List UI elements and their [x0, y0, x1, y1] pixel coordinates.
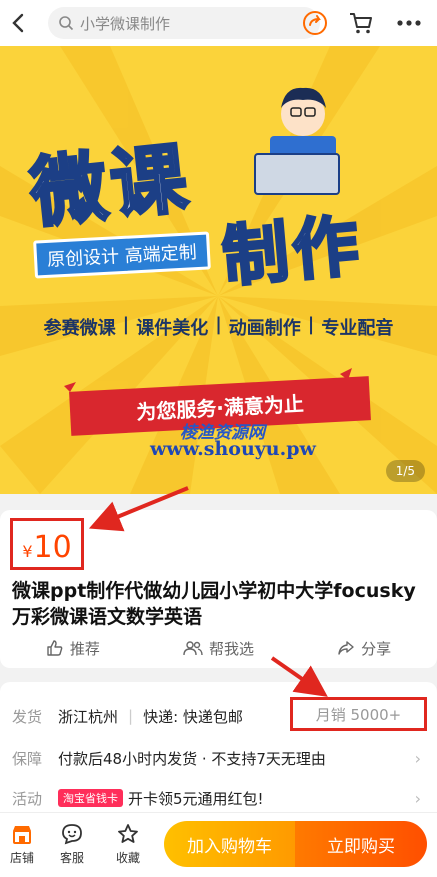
- search-query: 小学微课制作: [80, 14, 171, 33]
- favorite-label: 收藏: [115, 851, 140, 865]
- store-button[interactable]: 店铺: [0, 823, 44, 866]
- share-circle-icon: [303, 11, 327, 35]
- guarantee-label: 保障: [12, 749, 43, 768]
- cart-icon: [350, 13, 372, 34]
- help-choose-button[interactable]: 帮我选: [146, 638, 292, 659]
- guarantee-row[interactable]: 保障 付款后48小时内发货 · 不支持7天无理由 ›: [0, 738, 437, 778]
- service-item: 动画制作: [228, 318, 301, 339]
- share-button[interactable]: [298, 6, 332, 40]
- favorite-button[interactable]: 收藏: [106, 823, 150, 866]
- shipping-express: 快递: 快递包邮: [143, 707, 243, 726]
- share-label: 分享: [361, 639, 392, 658]
- product-title: 微课ppt制作代做幼儿园小学初中大学focusky万彩微课语文数学英语: [12, 580, 416, 628]
- shipping-label: 发货: [12, 707, 43, 726]
- store-icon: [13, 826, 31, 844]
- monthly-sales-box: 月销 5000+: [290, 697, 427, 731]
- price-box: ¥ 10: [10, 518, 84, 570]
- carousel-pager: 1/5: [385, 460, 425, 482]
- help-choose-label: 帮我选: [209, 639, 255, 658]
- share-product-button[interactable]: 分享: [291, 638, 437, 659]
- people-icon: [183, 641, 203, 656]
- shipping-row[interactable]: 发货 浙江杭州 | 快递: 快递包邮 月销 5000+: [0, 696, 437, 736]
- banner-title-line1: 微课: [25, 131, 196, 239]
- guarantee-text: 付款后48小时内发货 · 不支持7天无理由: [58, 749, 326, 768]
- top-bar: 小学微课制作: [0, 0, 437, 46]
- share-arrow-icon: [338, 641, 354, 655]
- activity-tag: 淘宝省钱卡: [58, 789, 123, 807]
- shipping-origin: 浙江杭州: [58, 707, 119, 726]
- customer-service-button[interactable]: 客服: [50, 823, 94, 866]
- search-icon: [59, 16, 74, 31]
- activity-text: 开卡领5元通用红包!: [128, 789, 264, 808]
- activity-label: 活动: [12, 789, 43, 808]
- service-item: 专业配音: [321, 318, 394, 339]
- star-icon: [118, 824, 138, 843]
- back-button[interactable]: [0, 0, 36, 46]
- currency-symbol: ¥: [22, 542, 33, 561]
- recommend-label: 推荐: [69, 639, 100, 658]
- service-label: 客服: [59, 851, 84, 865]
- banner-title-line2: 制作: [218, 206, 367, 298]
- buy-now-button[interactable]: 立即购买: [295, 821, 427, 867]
- chat-smile-icon: [62, 824, 82, 845]
- recommend-button[interactable]: 推荐: [0, 638, 146, 659]
- service-item: 课件美化: [136, 318, 209, 339]
- service-item: 参赛微课: [43, 318, 116, 339]
- product-card: ¥ 10 微课ppt制作代做幼儿园小学初中大学focusky万彩微课语文数学英语…: [0, 510, 437, 668]
- add-to-cart-button[interactable]: 加入购物车: [164, 821, 295, 867]
- more-button[interactable]: [392, 6, 426, 40]
- banner-services: 参赛微课 | 课件美化 | 动画制作 | 专业配音: [0, 314, 437, 340]
- watermark-url: www.shouyu.pw: [150, 438, 316, 460]
- monthly-sales: 月销 5000+: [315, 705, 402, 724]
- product-info-card: 发货 浙江杭州 | 快递: 快递包邮 月销 5000+ 保障 付款后48小时内发…: [0, 682, 437, 812]
- product-image-carousel[interactable]: 微课 制作 原创设计 高端定制 参赛微课 | 课件美化 | 动画制作 | 专业配音 为…: [0, 46, 437, 494]
- more-icon: [397, 20, 421, 26]
- cart-button[interactable]: [344, 6, 378, 40]
- bottom-action-bar: 店铺 客服 收藏 加入购物车 立即购买: [0, 812, 437, 877]
- product-actions: 推荐 帮我选 分享: [0, 628, 437, 668]
- chevron-right-icon: ›: [414, 748, 421, 768]
- price-value: 10: [33, 530, 72, 565]
- store-label: 店铺: [9, 851, 34, 865]
- chevron-right-icon: ›: [414, 788, 421, 808]
- thumbs-up-icon: [47, 640, 63, 656]
- chevron-left-icon: [12, 13, 24, 33]
- search-input[interactable]: 小学微课制作: [48, 7, 320, 39]
